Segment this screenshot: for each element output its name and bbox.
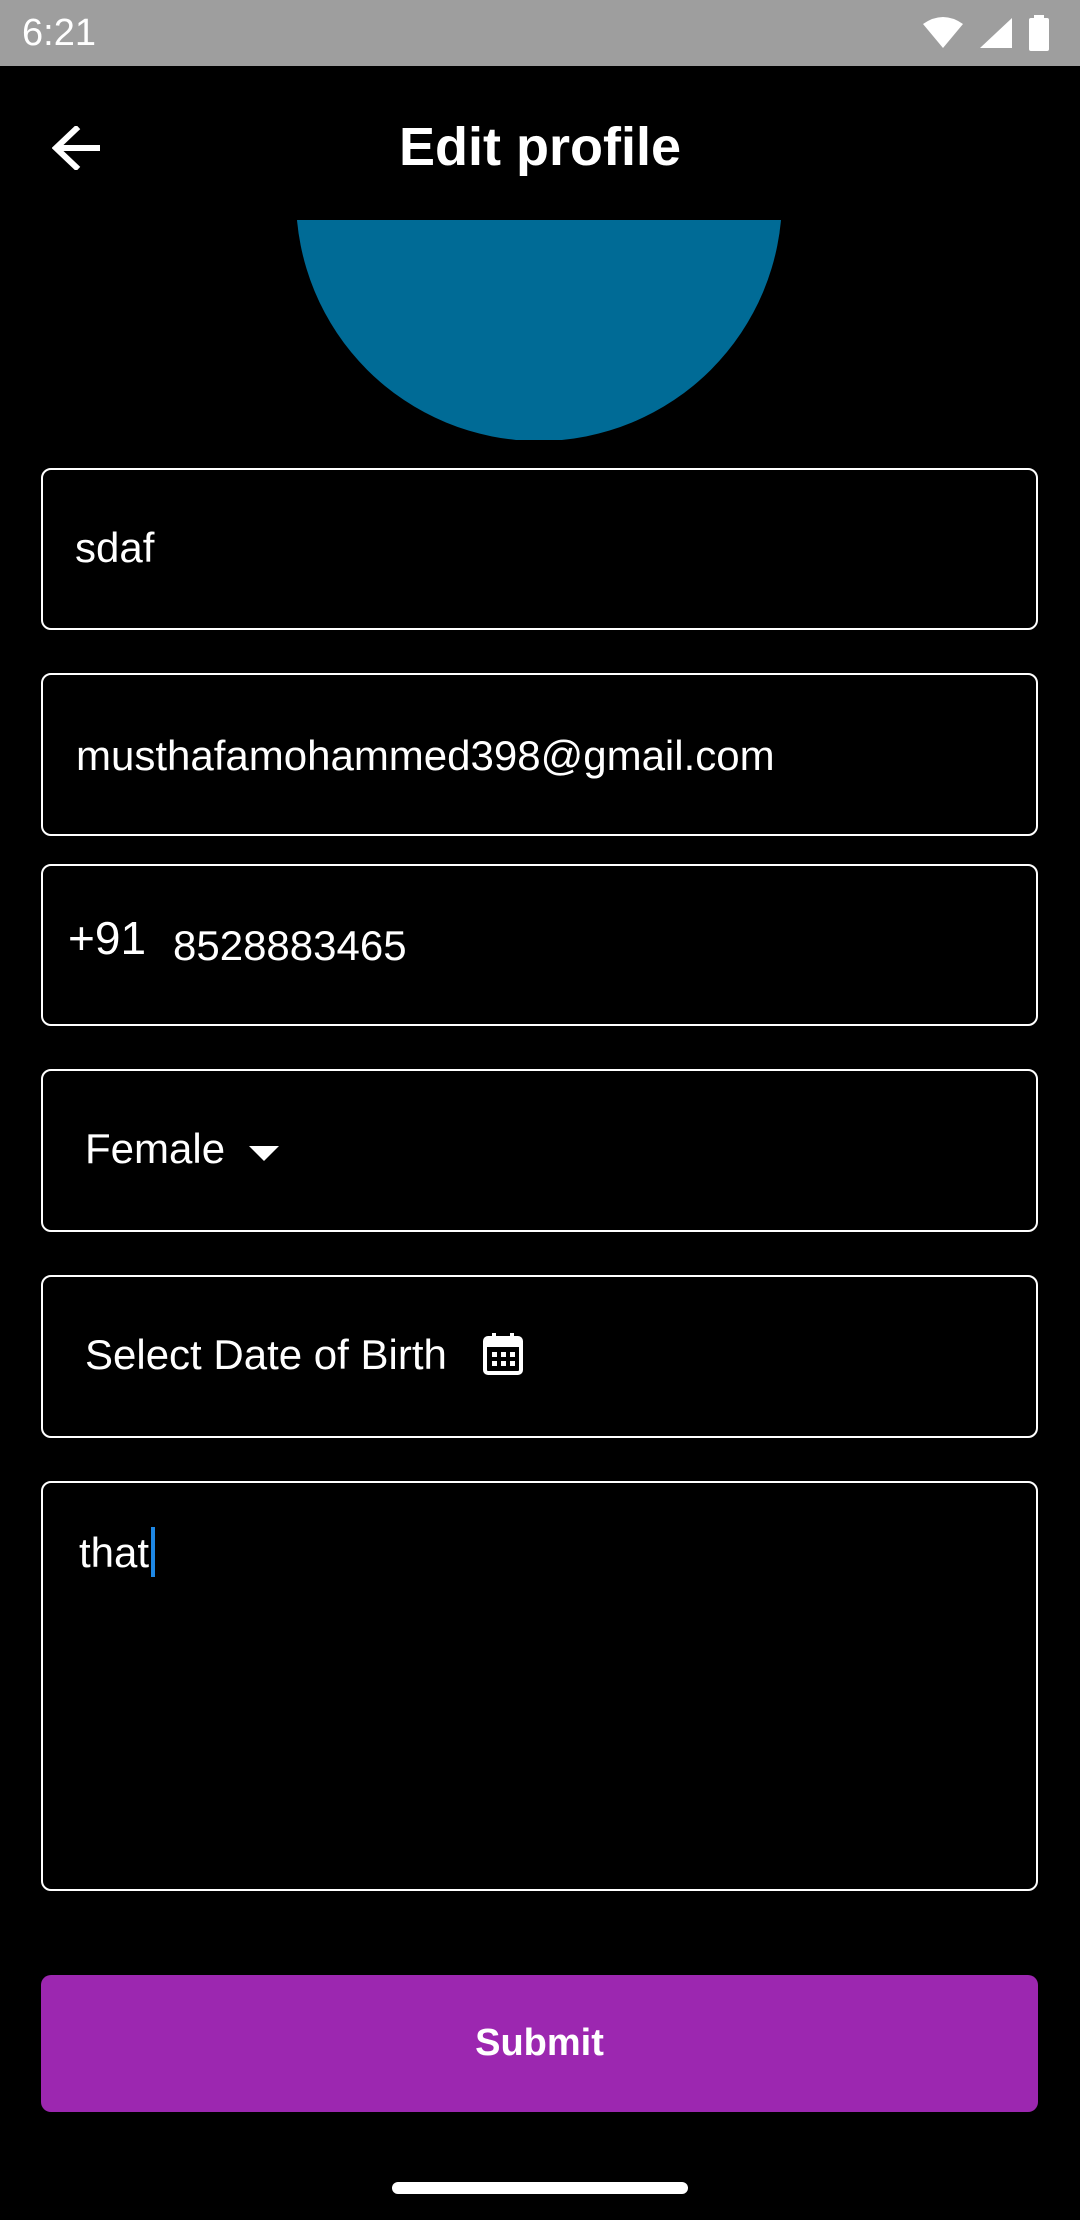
submit-button[interactable]: Submit [41, 1975, 1038, 2112]
email-field[interactable]: musthafamohammed398@gmail.com [41, 673, 1038, 836]
screen: 6:21 Edit profile sdaf musthafamohammed3… [0, 0, 1080, 2220]
phone-field[interactable]: +91 8528883465 [41, 864, 1038, 1026]
bio-value: that [79, 1529, 150, 1576]
dob-placeholder: Select Date of Birth [85, 1331, 447, 1378]
bio-textarea[interactable]: that [41, 1481, 1038, 1891]
signal-icon [978, 16, 1014, 50]
home-indicator[interactable] [392, 2182, 688, 2194]
bio-text-line: that [79, 1527, 156, 1579]
status-bar: 6:21 [0, 0, 1080, 66]
wifi-icon [922, 16, 964, 50]
dropdown-arrow-icon [249, 1146, 279, 1167]
gender-value: Female [85, 1125, 226, 1172]
text-cursor [151, 1527, 156, 1577]
gender-dropdown[interactable]: Female [41, 1069, 1038, 1232]
status-time: 6:21 [22, 12, 96, 54]
battery-icon [1028, 15, 1050, 51]
avatar[interactable] [296, 220, 782, 440]
calendar-icon[interactable] [483, 1333, 523, 1380]
phone-value: 8528883465 [173, 922, 407, 969]
page-title: Edit profile [399, 117, 681, 177]
avatar-container [0, 220, 1080, 440]
dob-field[interactable]: Select Date of Birth [41, 1275, 1038, 1438]
status-icons [922, 14, 1050, 52]
submit-label: Submit [475, 2022, 604, 2064]
app-bar: Edit profile [0, 66, 1080, 220]
country-code[interactable]: +91 [68, 912, 146, 964]
name-field[interactable]: sdaf [41, 468, 1038, 630]
email-value: musthafamohammed398@gmail.com [76, 732, 775, 779]
name-value: sdaf [75, 524, 155, 571]
